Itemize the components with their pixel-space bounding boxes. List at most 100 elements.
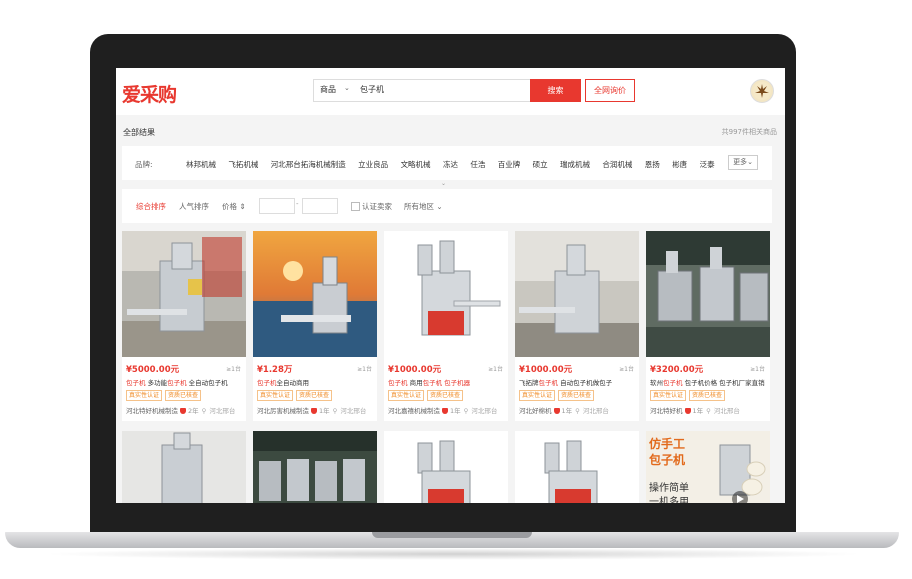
verified-checkbox[interactable]	[351, 202, 360, 211]
brand-item[interactable]: 文略机械	[401, 160, 431, 169]
chevron-down-icon: ⌄	[436, 202, 443, 211]
qualification-badge: 资质已核查	[165, 390, 202, 401]
product-image[interactable]	[646, 231, 770, 357]
search-query[interactable]: 包子机	[360, 84, 384, 95]
search-input[interactable]: 商品 ⌄ 包子机	[313, 79, 531, 102]
product-card[interactable]: ¥1.28万 ≥1台 包子机全自动商用 真实性认证 资质已核查 河北厉害机械制造 1…	[253, 231, 377, 421]
product-image[interactable]	[384, 231, 508, 357]
title-text: 飞拓牌	[519, 379, 539, 387]
authenticity-badge: 真实性认证	[126, 390, 163, 401]
product-title[interactable]: 飞拓牌包子机 自动包子机做包子	[519, 377, 637, 387]
seller-info[interactable]: 河北特好机 1年 ⚲ 河北邢台	[650, 405, 768, 415]
min-order: ≥1台	[619, 366, 634, 373]
seller-info[interactable]: 河北特好机械制造 2年 ⚲ 河北邢台	[126, 405, 244, 415]
title-text: 自动包子机做包子	[558, 379, 613, 387]
price-min-input[interactable]	[259, 198, 295, 214]
cert-tags: 真实性认证 资质已核查	[650, 390, 728, 401]
brand-item[interactable]: 恩扬	[645, 160, 660, 169]
verified-seller-label[interactable]: 认证卖家	[362, 201, 392, 212]
product-card[interactable]	[253, 431, 377, 503]
seller-location: 河北邢台	[713, 407, 740, 415]
region-select[interactable]: 所有地区 ⌄	[404, 201, 443, 212]
product-image[interactable]	[253, 231, 377, 357]
seller-location: 河北邢台	[582, 407, 609, 415]
location-pin-icon: ⚲	[332, 407, 338, 415]
chevron-down-icon: ⌄	[344, 84, 350, 92]
cert-tags: 真实性认证 资质已核查	[519, 390, 597, 401]
brand-label: 品牌:	[135, 160, 153, 169]
product-price: ¥1000.00元	[388, 365, 442, 375]
price-max-input[interactable]	[302, 198, 338, 214]
qualification-badge: 资质已核查	[558, 390, 595, 401]
title-keyword: 包子机	[388, 379, 408, 387]
title-keyword: 包子机	[422, 379, 443, 387]
brand-item[interactable]: 合润机械	[602, 160, 632, 169]
machine-factory-photo-icon	[646, 231, 770, 357]
more-brands-button[interactable]: 更多⌄	[728, 155, 758, 170]
site-logo[interactable]: 爱采购	[122, 80, 177, 107]
brand-item[interactable]: 百业牌	[498, 160, 521, 169]
brand-item[interactable]: 任浩	[470, 160, 485, 169]
title-text: 多功能	[145, 379, 168, 387]
product-card[interactable]	[122, 431, 246, 503]
brand-item[interactable]: 冻达	[443, 160, 458, 169]
avatar[interactable]	[750, 79, 774, 103]
min-order: ≥1台	[488, 366, 503, 373]
sort-popular-tab[interactable]: 人气排序	[179, 201, 209, 212]
product-image[interactable]	[122, 231, 246, 357]
brand-item[interactable]: 飞拓机械	[228, 160, 258, 169]
search-scope-select[interactable]: 商品	[320, 84, 336, 95]
brand-item[interactable]: 瑞成机械	[560, 160, 590, 169]
seller-info[interactable]: 河北嘉禧机械制造 1年 ⚲ 河北邢台	[388, 405, 506, 415]
price-range-dash: -	[296, 200, 299, 208]
product-card[interactable]: ¥1000.00元 ≥1台 飞拓牌包子机 自动包子机做包子 真实性认证 资质已核查…	[515, 231, 639, 421]
location-pin-icon: ⚲	[463, 407, 469, 415]
title-text: 商用	[407, 379, 423, 387]
seller-name: 河北特好机械制造	[126, 407, 178, 415]
more-label: 更多	[733, 158, 748, 166]
sort-arrows-icon: ⇕	[239, 202, 246, 211]
product-title[interactable]: 软州包子机 包子机价格 包子机厂家直销	[650, 377, 768, 387]
promo-line: 包子机	[649, 453, 686, 467]
price-sort-tab[interactable]: 价格 ⇕	[222, 201, 246, 212]
machine-workshop-photo-icon	[515, 231, 639, 357]
min-order: ≥1台	[226, 366, 241, 373]
brand-item[interactable]: 硕立	[533, 160, 548, 169]
seller-info[interactable]: 河北好棉机 1年 ⚲ 河北邢台	[519, 405, 637, 415]
laptop-notch	[372, 532, 532, 538]
seller-info[interactable]: 河北厉害机械制造 1年 ⚲ 河北邢台	[257, 405, 375, 415]
qualification-badge: 资质已核查	[427, 390, 464, 401]
expand-caret-icon[interactable]: ⌄	[441, 180, 446, 187]
brand-item[interactable]: 立业良品	[358, 160, 388, 169]
promo-line: 仿手工	[649, 437, 686, 451]
brand-item[interactable]: 泛泰	[700, 160, 715, 169]
location-pin-icon: ⚲	[201, 407, 207, 415]
product-title[interactable]: 包子机全自动商用	[257, 377, 375, 387]
min-order: ≥1台	[750, 366, 765, 373]
inquiry-button[interactable]: 全网询价	[585, 79, 635, 102]
product-title[interactable]: 包子机 多功能包子机 全自动包子机	[126, 377, 244, 387]
authenticity-badge: 真实性认证	[388, 390, 425, 401]
product-price: ¥5000.00元	[126, 365, 180, 375]
qualification-badge: 资质已核查	[689, 390, 726, 401]
brand-item[interactable]: 林邦机械	[186, 160, 216, 169]
all-results-label: 全部结果	[123, 128, 155, 137]
brand-item[interactable]: 河北邢台拓海机械制造	[271, 160, 346, 169]
product-card[interactable]: ¥3200.00元 ≥1台 软州包子机 包子机价格 包子机厂家直销 真实性认证资…	[646, 231, 770, 421]
title-keyword: 包子机	[663, 379, 683, 387]
results-bar: 全部结果 共997件相关商品	[116, 118, 785, 144]
product-title[interactable]: 包子机 商用包子机 包子机器	[388, 377, 506, 387]
product-card[interactable]: 仿手工 包子机 操作简单 一机多用	[646, 431, 770, 503]
promo-line: 一机多用	[649, 497, 689, 503]
product-card[interactable]: ¥5000.00元 ≥1台 包子机 多功能包子机 全自动包子机 真实性认证 资质已…	[122, 231, 246, 421]
product-card[interactable]	[515, 431, 639, 503]
title-text: 软州	[650, 379, 663, 387]
sort-default-tab[interactable]: 综合排序	[136, 201, 166, 212]
product-card[interactable]: ¥1000.00元 ≥1台 包子机 商用包子机 包子机器 真实性认证 资质已核查 …	[384, 231, 508, 421]
seller-location: 河北邢台	[471, 407, 498, 415]
search-button[interactable]: 搜索	[530, 79, 581, 102]
product-card[interactable]	[384, 431, 508, 503]
seller-years: 2年	[188, 407, 199, 415]
product-image[interactable]	[515, 231, 639, 357]
brand-item[interactable]: 彬唐	[672, 160, 687, 169]
